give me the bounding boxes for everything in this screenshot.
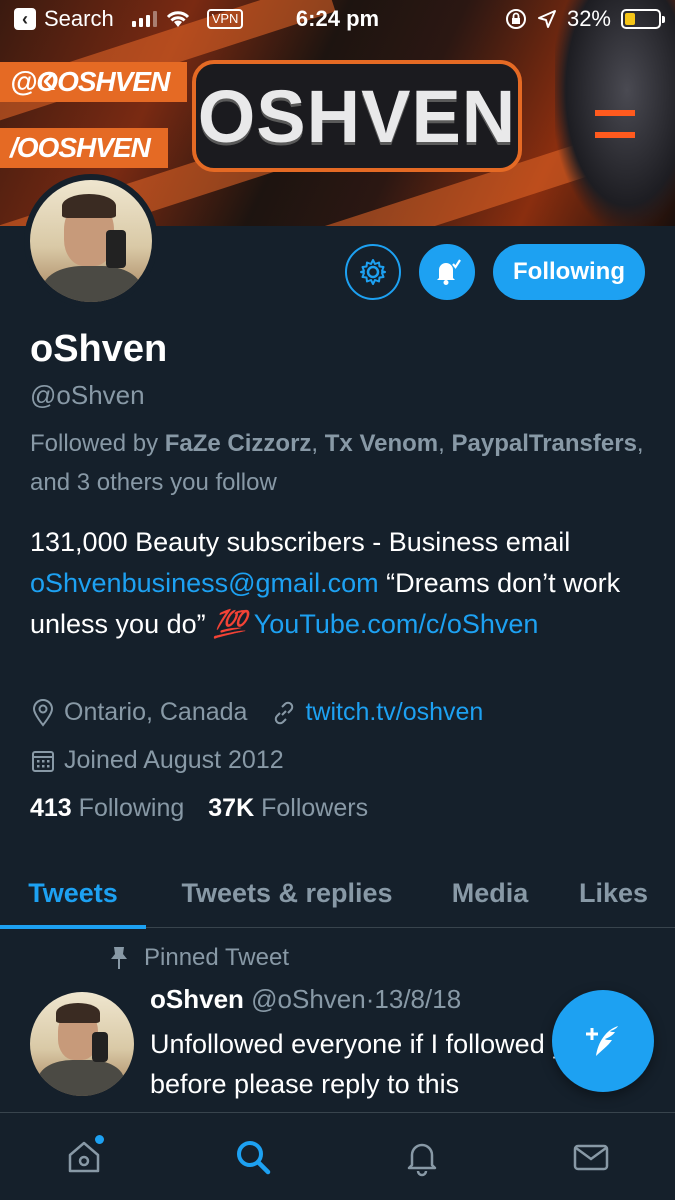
profile-name: oShven [30, 328, 168, 370]
mutual-follower-2: Tx Venom [324, 430, 439, 457]
tweet-header: oShven @oShven·13/8/18 [150, 984, 461, 1015]
calendar-icon [32, 750, 54, 772]
notifications-toggle-button[interactable] [419, 244, 476, 300]
pinned-tweet-text: Pinned Tweet [144, 944, 289, 971]
profile-meta-joined-row: Joined August 2012 [30, 746, 284, 775]
bottom-tab-bar [0, 1112, 675, 1200]
banner-logo: OSHVEN [192, 60, 522, 172]
banner-logo-text: OSHVEN [197, 74, 517, 158]
location-pin-icon [32, 698, 54, 727]
back-to-app-icon[interactable]: ‹ [14, 8, 36, 30]
followers-stat[interactable]: 37K Followers [208, 794, 368, 823]
mail-icon [573, 1144, 608, 1170]
vpn-badge: VPN [206, 9, 244, 29]
tab-tweets[interactable]: Tweets [0, 858, 146, 929]
followers-count: 37K [208, 794, 255, 822]
orientation-lock-icon [505, 9, 526, 29]
tab-label: Tweets [28, 877, 118, 908]
profile-actions: Following [345, 244, 645, 300]
mutual-follower-1: FaZe Cizzorz [164, 430, 312, 457]
tweet-date: 13/8/18 [374, 984, 462, 1014]
profile-handle: @oShven [30, 380, 145, 410]
settings-button[interactable] [345, 244, 402, 300]
profile-bio: 131,000 Beauty subscribers - Business em… [30, 522, 660, 645]
nav-search[interactable] [223, 1127, 283, 1187]
compose-feather-icon [586, 1026, 618, 1056]
link-icon [275, 701, 294, 724]
home-badge-dot [95, 1134, 105, 1144]
profile-meta-location-row: Ontario, Canada twitch.tv/oshven [30, 698, 483, 727]
bio-youtube-link[interactable]: YouTube.com/c/oShven [254, 609, 539, 639]
wifi-icon [166, 11, 189, 27]
following-stat[interactable]: 413 Following [30, 794, 184, 823]
mutual-follower-3: PaypalTransfers [451, 430, 637, 457]
compose-tweet-button[interactable] [552, 990, 654, 1092]
gear-icon [360, 259, 387, 285]
followers-label: Followers [261, 794, 369, 822]
tab-label: Tweets & replies [181, 877, 393, 908]
profile-tabs: Tweets Tweets & replies Media Likes [0, 858, 675, 929]
nav-messages[interactable] [561, 1127, 621, 1187]
back-to-app-label[interactable]: Search [44, 6, 114, 32]
pinned-tweet-label: Pinned Tweet [108, 944, 289, 972]
battery-icon [621, 9, 665, 29]
cellular-signal-icon [131, 11, 157, 27]
following-button[interactable]: Following [493, 244, 645, 300]
bell-icon [407, 1143, 437, 1176]
location-arrow-icon [537, 10, 556, 28]
tab-label: Media [451, 877, 529, 908]
profile-website-link[interactable]: twitch.tv/oshven [305, 698, 483, 727]
following-count: 413 [30, 794, 72, 822]
banner-twitter-tag: @OOSHVEN [0, 62, 188, 102]
search-icon [237, 1140, 271, 1174]
followed-by-text[interactable]: Followed by FaZe Cizzorz, Tx Venom, Payp… [30, 424, 650, 502]
bell-check-icon [437, 259, 461, 285]
profile-joined-date: Joined August 2012 [64, 746, 284, 774]
bio-text: 131,000 Beauty subscribers - Business em… [30, 527, 571, 557]
tab-media[interactable]: Media [428, 858, 552, 928]
tab-likes[interactable]: Likes [552, 858, 675, 928]
banner-youtube-tag: /OOSHVEN [0, 128, 168, 168]
tweet-author-avatar[interactable] [30, 992, 134, 1096]
battery-percent: 32% [566, 6, 611, 31]
profile-stats: 413 Following 37K Followers [30, 794, 368, 823]
pin-icon [111, 947, 127, 969]
profile-location: Ontario, Canada [64, 698, 248, 726]
hundred-points-emoji: 💯 [213, 609, 247, 639]
bio-email-link[interactable]: oShvenbusiness@gmail.com [30, 568, 379, 598]
following-label: Following [78, 794, 185, 822]
nav-notifications[interactable] [392, 1127, 452, 1187]
tweet-author-handle: @oShven [251, 984, 366, 1014]
profile-avatar[interactable] [24, 174, 158, 308]
tab-label: Likes [578, 877, 649, 908]
nav-home[interactable] [54, 1127, 114, 1187]
followed-by-prefix: Followed by [30, 430, 159, 457]
tab-tweets-and-replies[interactable]: Tweets & replies [146, 858, 428, 928]
back-arrow-icon[interactable]: ‹ [42, 54, 57, 104]
tweet-author-name[interactable]: oShven [150, 984, 244, 1014]
status-bar: ‹ Search VPN 6:24 pm 32% [0, 0, 675, 38]
